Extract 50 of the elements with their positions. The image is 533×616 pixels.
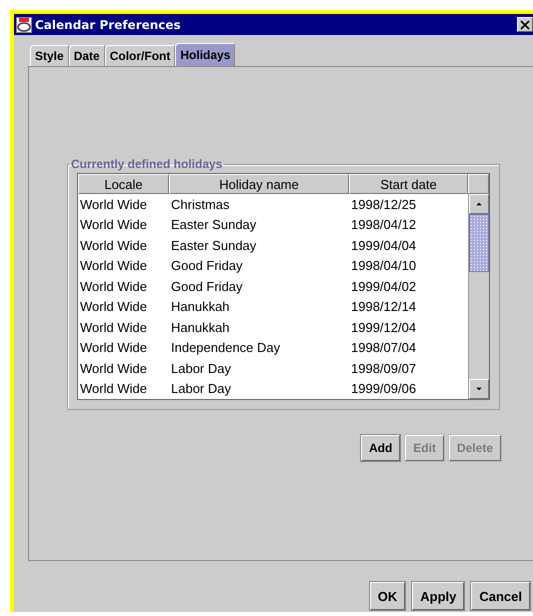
table-cell-text: Independence Day [170,340,282,356]
window-title: Calendar Preferences [35,18,182,32]
table-cell-text: Labor Day [170,381,232,396]
table-cell-text: 1998/12/14 [350,299,418,314]
table-cell-text: World Wide [79,217,148,232]
table-cell-text: Labor Day [170,360,232,376]
scrollbar[interactable] [468,194,489,399]
calendar-icon [16,16,32,32]
dialog-button[interactable]: Apply [412,582,464,610]
table-cell-text: World Wide [79,258,148,274]
table-cell-text: 1999/09/06 [350,381,418,396]
table-cell-text: 1999/04/04 [350,238,418,253]
tab[interactable]: Holidays [175,43,236,66]
table-cell-text: World Wide [79,278,148,294]
close-button[interactable] [517,17,533,32]
table-cell-text: 1999/04/02 [350,278,418,294]
table-cell-text: 1998/09/07 [350,360,418,376]
scroll-down-icon[interactable] [469,379,489,399]
table-cell-text: Hanukkah [170,299,231,314]
tab[interactable]: Color/Font [104,45,176,66]
table-cell-text: World Wide [79,299,148,314]
tab[interactable]: Date [68,45,105,66]
close-icon [520,20,530,30]
table-cell-text: World Wide [79,196,148,212]
table-cell-text: Good Friday [170,258,244,274]
table-cell-text: Easter Sunday [170,238,258,253]
action-button[interactable]: Add [360,435,400,461]
column-header[interactable]: Holiday name [169,174,349,194]
table-cell-text: 1999/12/04 [350,320,418,335]
tab[interactable]: Style [30,45,69,66]
dialog-button[interactable]: Cancel [471,582,530,610]
dialog-button[interactable]: OK [370,582,406,610]
scroll-up-icon[interactable] [469,194,489,214]
table-cell-text: World Wide [79,340,148,356]
table-cell-text: World Wide [79,320,148,335]
table-cell-text: 1998/12/25 [350,196,418,212]
column-header[interactable]: Locale [78,174,169,194]
table-cell-text: Hanukkah [170,320,231,335]
table-cell-text: 1998/04/10 [350,258,418,274]
group-title: Currently defined holidays [70,157,224,171]
table-cell-text: Good Friday [170,278,244,294]
column-header[interactable]: Start date [349,174,468,194]
table-cell-text: Christmas [170,196,231,212]
scroll-thumb[interactable] [469,214,489,272]
table-cell-text: 1998/07/04 [350,340,418,356]
table-cell-text: Easter Sunday [170,217,258,232]
table-cell-text: World Wide [79,360,148,376]
table-cell-text: World Wide [79,238,148,253]
table-cell-text: World Wide [79,381,148,396]
table-cell-text: 1998/04/12 [350,217,418,232]
